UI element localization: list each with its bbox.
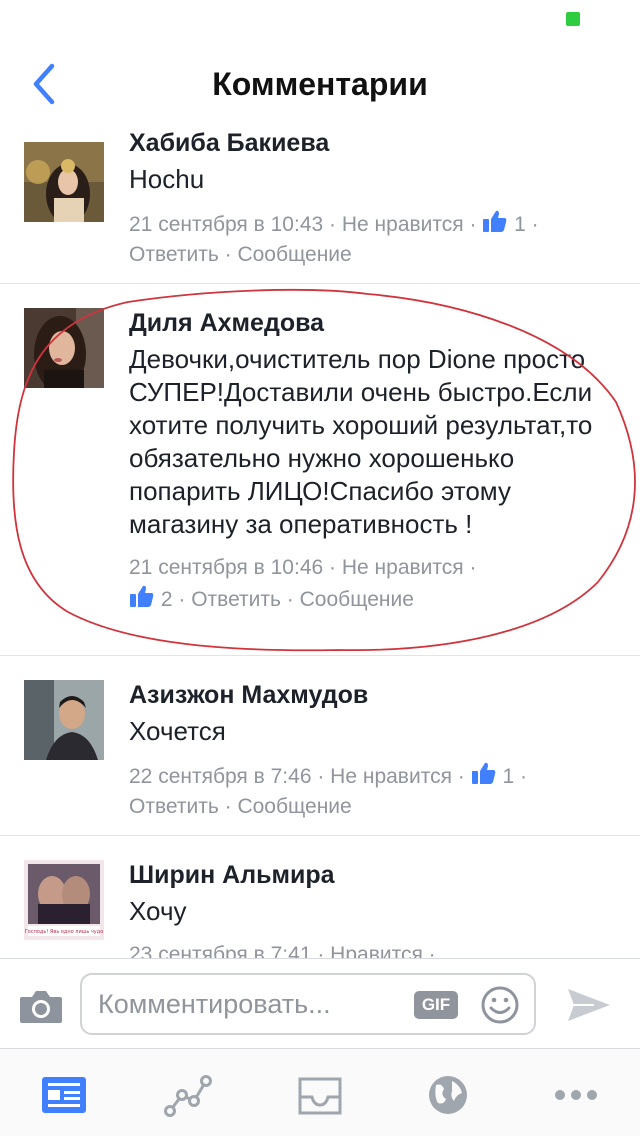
message-button[interactable]: Сообщение (300, 588, 414, 611)
reply-button[interactable]: Ответить (191, 588, 281, 611)
comment-item: Господь! Явь одно лишь чудо Ширин Альмир… (0, 836, 640, 958)
status-bar (0, 0, 640, 40)
camera-icon (20, 991, 62, 1023)
message-button[interactable]: Сообщение (237, 795, 351, 818)
comment-date: 23 сентября в 7:41 (129, 943, 312, 958)
likes-count[interactable]: 1 (482, 210, 526, 236)
comment-input[interactable]: Комментировать... GIF (80, 973, 536, 1035)
comment-date: 21 сентября в 10:46 (129, 556, 324, 579)
thumbs-up-icon (483, 210, 507, 232)
battery-indicator (566, 12, 580, 26)
comments-list[interactable]: Хабиба Бакиева Hochu 21 сентября в 10:43… (0, 128, 640, 958)
likes-count[interactable]: 2 (129, 585, 173, 611)
tab-notifications[interactable] (424, 1073, 472, 1117)
comment-author[interactable]: Ширин Альмира (129, 860, 618, 890)
news-feed-icon (42, 1077, 86, 1113)
comment-input-placeholder: Комментировать... (98, 989, 331, 1019)
tab-bar (0, 1048, 640, 1136)
avatar[interactable] (24, 308, 104, 388)
comment-meta: 21 сентября в 10:43 · Не нравится · 1 · … (129, 208, 618, 270)
comment-composer: Комментировать... GIF (0, 958, 640, 1048)
comment-date: 22 сентября в 7:46 (129, 765, 312, 788)
message-button[interactable]: Сообщение (237, 243, 351, 266)
comment-text: Hochu (129, 164, 205, 194)
avatar[interactable] (24, 142, 104, 222)
like-button[interactable]: Нравится (330, 943, 423, 958)
smiley-icon (481, 986, 519, 1024)
comment-author[interactable]: Азизжон Махмудов (129, 680, 618, 710)
comment-meta: 22 сентября в 7:46 · Не нравится · 1 · О… (129, 760, 618, 822)
comment-author[interactable]: Хабиба Бакиева (129, 128, 618, 158)
comment-author[interactable]: Диля Ахмедова (129, 308, 618, 338)
more-dots-icon (555, 1090, 597, 1100)
tab-inbox[interactable] (296, 1073, 344, 1117)
emoji-button[interactable] (480, 985, 520, 1025)
send-button[interactable] (566, 985, 612, 1025)
unlike-button[interactable]: Не нравится (342, 213, 464, 236)
reply-button[interactable]: Ответить (129, 795, 219, 818)
send-icon (568, 989, 610, 1021)
thumbs-up-icon (130, 585, 154, 607)
page-title: Комментарии (212, 66, 428, 102)
inbox-tray-icon (298, 1077, 342, 1115)
unlike-button[interactable]: Не нравится (342, 556, 464, 579)
reply-button[interactable]: Ответить (129, 243, 219, 266)
comment-item: Хабиба Бакиева Hochu 21 сентября в 10:43… (0, 128, 640, 284)
avatar[interactable] (24, 680, 104, 760)
navigation-bar: Комментарии (0, 40, 640, 128)
thumbs-up-icon (471, 762, 495, 784)
tab-news-feed[interactable] (40, 1073, 88, 1117)
avatar-caption: Господь! Явь одно лишь чудо (25, 929, 104, 935)
comment-item: Диля Ахмедова Девочки,очиститель пор Dio… (0, 284, 640, 656)
comment-item: Азизжон Махмудов Хочется 22 сентября в 7… (0, 656, 640, 836)
comment-text: Хочется (129, 716, 226, 746)
comment-text: Девочки,очиститель пор Dione просто СУПЕ… (129, 344, 593, 539)
comment-text: Хочу (129, 896, 187, 926)
activity-graph-icon (164, 1075, 212, 1117)
comment-date: 21 сентября в 10:43 (129, 213, 324, 236)
camera-button[interactable] (18, 987, 64, 1027)
unlike-button[interactable]: Не нравится (330, 765, 452, 788)
gif-button[interactable]: GIF (414, 991, 458, 1019)
comment-meta: 23 сентября в 7:41 · Нравится · (129, 940, 618, 958)
likes-count[interactable]: 1 (471, 762, 514, 788)
tab-more[interactable] (552, 1073, 600, 1117)
comment-meta: 21 сентября в 10:46 · Не нравится · 2 · … (129, 556, 477, 611)
avatar[interactable]: Господь! Явь одно лишь чудо (24, 860, 104, 940)
globe-icon (429, 1076, 467, 1114)
tab-activity[interactable] (164, 1073, 212, 1117)
